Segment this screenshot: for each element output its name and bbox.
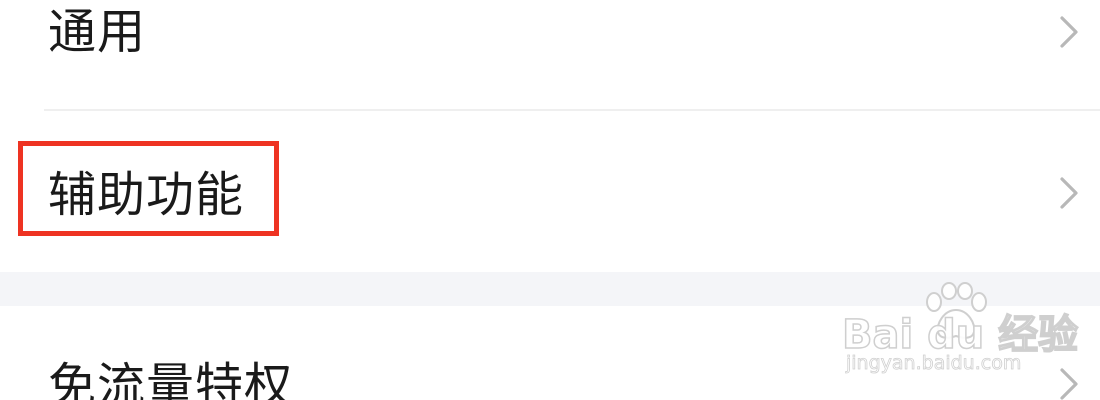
settings-screen: 通用 辅助功能 免流量特权 Bai du 经验 jingyan.baidu.co… xyxy=(0,0,1100,400)
settings-item-label: 辅助功能 xyxy=(48,167,245,223)
chevron-right-icon xyxy=(1054,10,1084,54)
settings-item-label: 通用 xyxy=(48,4,147,60)
chevron-right-icon xyxy=(1054,171,1084,215)
settings-item-general[interactable]: 通用 xyxy=(0,0,1100,110)
section-separator xyxy=(0,272,1100,306)
chevron-right-icon xyxy=(1054,362,1084,400)
settings-item-free-data[interactable]: 免流量特权 xyxy=(0,306,1100,400)
settings-item-label: 免流量特权 xyxy=(48,358,294,400)
settings-item-accessibility[interactable]: 辅助功能 xyxy=(0,111,1100,272)
